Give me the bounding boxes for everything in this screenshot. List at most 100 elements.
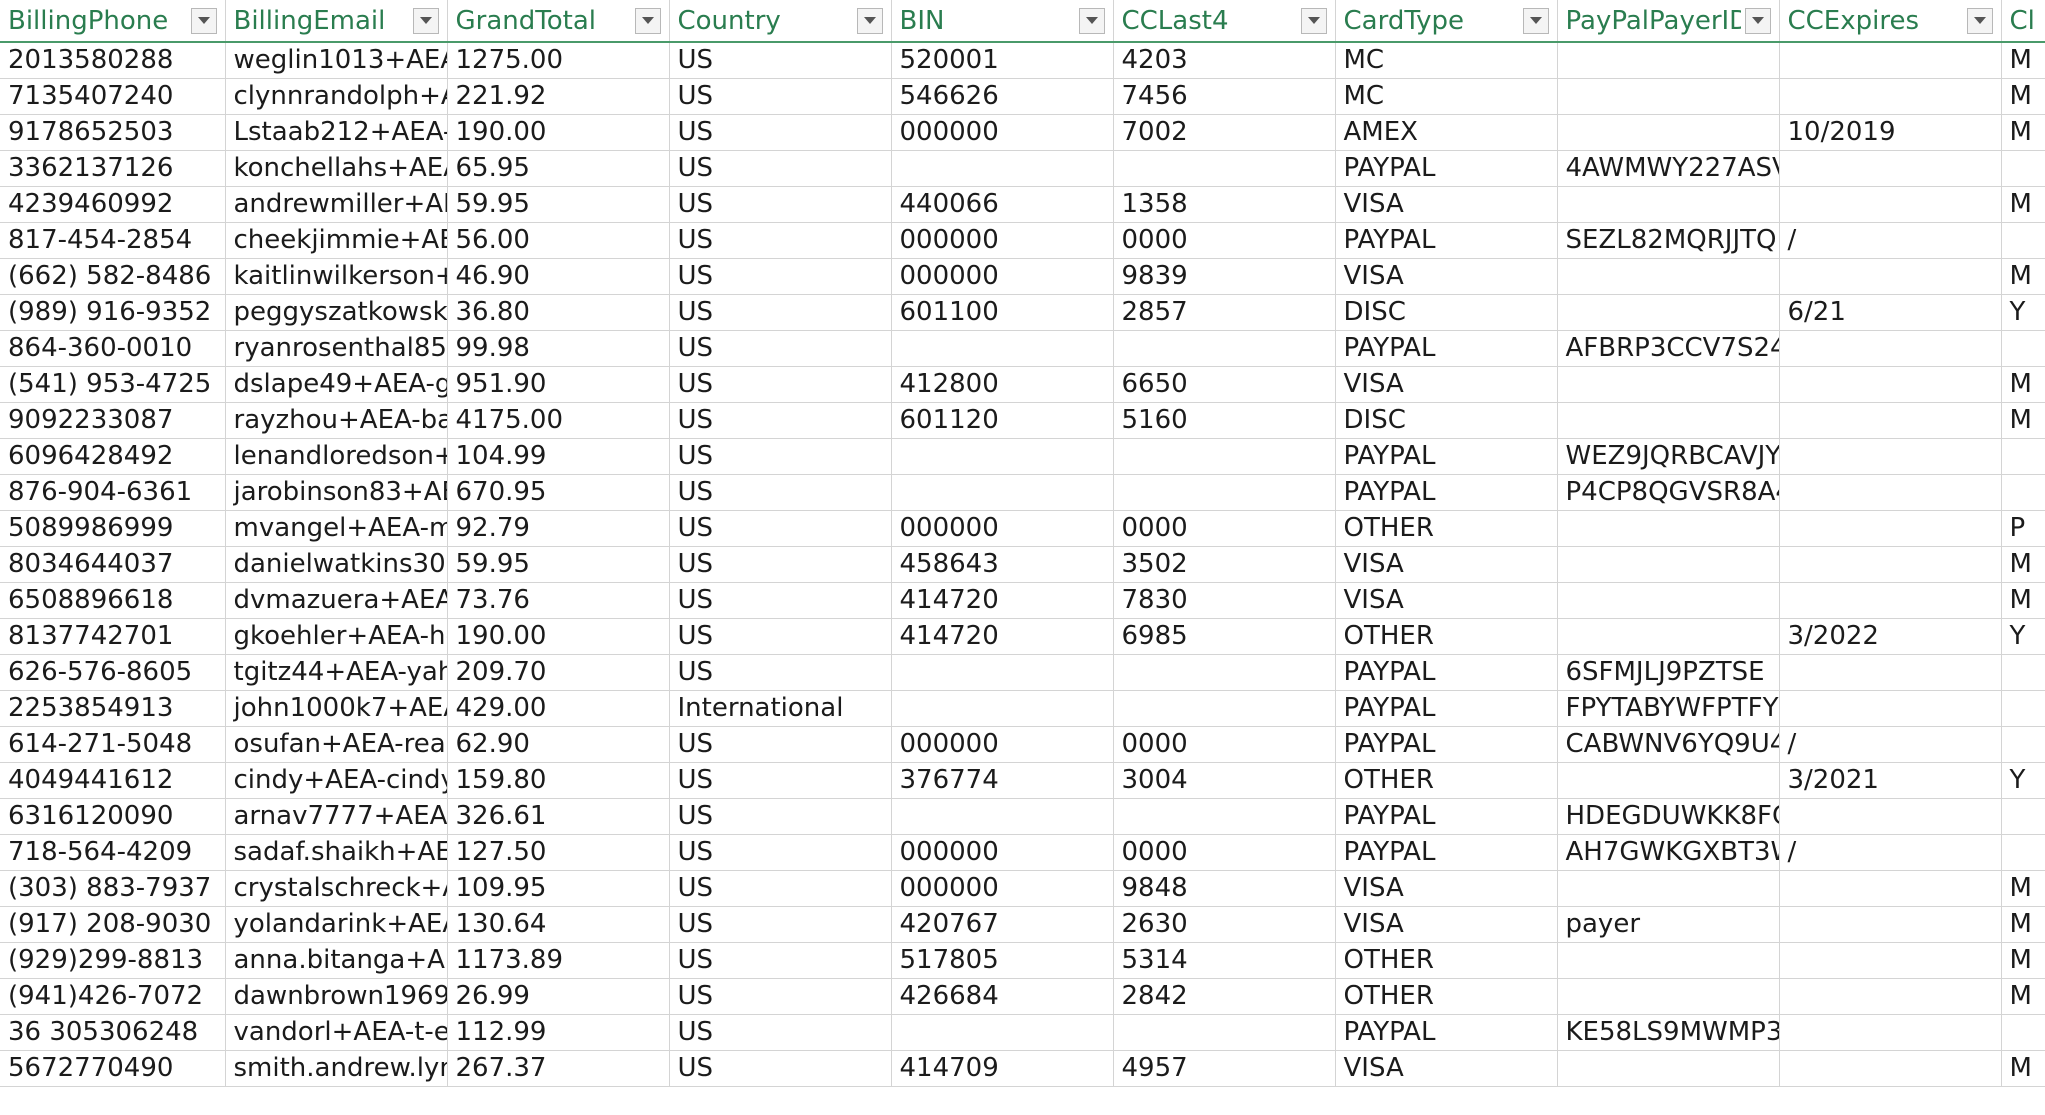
cell-paypal[interactable]	[1557, 870, 1780, 907]
cell-cl[interactable]	[2001, 438, 2045, 475]
cell-total[interactable]: 221.92	[447, 78, 670, 115]
cell-email[interactable]: kaitlinwilkerson+	[225, 258, 448, 295]
cell-last4[interactable]: 2842	[1113, 978, 1336, 1015]
cell-email[interactable]: dslape49+AEA-g	[225, 366, 448, 403]
cell-country[interactable]: US	[669, 186, 892, 223]
cell-expires[interactable]	[1779, 366, 2002, 403]
cell-paypal[interactable]: P4CP8QGVSR8A4	[1557, 474, 1780, 511]
filter-dropdown-icon[interactable]	[856, 7, 883, 34]
cell-last4[interactable]	[1113, 654, 1336, 691]
cell-expires[interactable]	[1779, 546, 2002, 583]
cell-country[interactable]: US	[669, 834, 892, 871]
cell-phone[interactable]: 5672770490	[0, 1050, 226, 1087]
cell-country[interactable]: US	[669, 114, 892, 151]
cell-last4[interactable]: 7830	[1113, 582, 1336, 619]
cell-paypal[interactable]	[1557, 510, 1780, 547]
cell-country[interactable]: US	[669, 222, 892, 259]
cell-expires[interactable]	[1779, 1050, 2002, 1087]
cell-total[interactable]: 209.70	[447, 654, 670, 691]
cell-cardtype[interactable]: VISA	[1335, 186, 1558, 223]
cell-paypal[interactable]: SEZL82MQRJJTQ	[1557, 222, 1780, 259]
cell-total[interactable]: 26.99	[447, 978, 670, 1015]
cell-cardtype[interactable]: VISA	[1335, 258, 1558, 295]
cell-paypal[interactable]	[1557, 42, 1780, 79]
cell-email[interactable]: gkoehler+AEA-he	[225, 618, 448, 655]
cell-expires[interactable]	[1779, 870, 2002, 907]
cell-cl[interactable]	[2001, 798, 2045, 835]
cell-last4[interactable]: 9839	[1113, 258, 1336, 295]
cell-cardtype[interactable]: PAYPAL	[1335, 438, 1558, 475]
cell-cardtype[interactable]: PAYPAL	[1335, 834, 1558, 871]
cell-paypal[interactable]: FPYTABYWFPTFY	[1557, 690, 1780, 727]
cell-cardtype[interactable]: VISA	[1335, 906, 1558, 943]
cell-paypal[interactable]: AH7GWKGXBT3W	[1557, 834, 1780, 871]
cell-bin[interactable]	[891, 438, 1114, 475]
cell-bin[interactable]: 412800	[891, 366, 1114, 403]
cell-bin[interactable]: 000000	[891, 258, 1114, 295]
cell-cl[interactable]: M	[2001, 42, 2045, 79]
cell-cl[interactable]	[2001, 834, 2045, 871]
cell-cl[interactable]: M	[2001, 114, 2045, 151]
cell-cardtype[interactable]: PAYPAL	[1335, 150, 1558, 187]
column-header-email[interactable]: BillingEmail	[225, 0, 448, 43]
cell-last4[interactable]	[1113, 798, 1336, 835]
cell-paypal[interactable]	[1557, 258, 1780, 295]
cell-cardtype[interactable]: PAYPAL	[1335, 330, 1558, 367]
cell-paypal[interactable]: AFBRP3CCV7S24	[1557, 330, 1780, 367]
cell-total[interactable]: 59.95	[447, 546, 670, 583]
cell-expires[interactable]: /	[1779, 222, 2002, 259]
cell-phone[interactable]: 2013580288	[0, 42, 226, 79]
cell-phone[interactable]: (989) 916-9352	[0, 294, 226, 331]
cell-bin[interactable]: 000000	[891, 222, 1114, 259]
cell-bin[interactable]: 420767	[891, 906, 1114, 943]
cell-country[interactable]: US	[669, 330, 892, 367]
cell-country[interactable]: US	[669, 150, 892, 187]
cell-total[interactable]: 190.00	[447, 618, 670, 655]
cell-email[interactable]: tgitz44+AEA-yah	[225, 654, 448, 691]
cell-last4[interactable]: 3004	[1113, 762, 1336, 799]
cell-paypal[interactable]	[1557, 546, 1780, 583]
cell-paypal[interactable]	[1557, 1050, 1780, 1087]
cell-paypal[interactable]	[1557, 618, 1780, 655]
cell-bin[interactable]: 601100	[891, 294, 1114, 331]
cell-email[interactable]: dvmazuera+AEA-	[225, 582, 448, 619]
cell-bin[interactable]	[891, 330, 1114, 367]
cell-email[interactable]: danielwatkins30+	[225, 546, 448, 583]
cell-paypal[interactable]	[1557, 402, 1780, 439]
cell-expires[interactable]: 3/2021	[1779, 762, 2002, 799]
column-header-cardtype[interactable]: CardType	[1335, 0, 1558, 43]
cell-email[interactable]: anna.bitanga+AE	[225, 942, 448, 979]
cell-phone[interactable]: 614-271-5048	[0, 726, 226, 763]
cell-last4[interactable]: 0000	[1113, 726, 1336, 763]
filter-dropdown-icon[interactable]	[1966, 7, 1993, 34]
cell-expires[interactable]: 3/2022	[1779, 618, 2002, 655]
cell-phone[interactable]: 864-360-0010	[0, 330, 226, 367]
cell-cl[interactable]: M	[2001, 78, 2045, 115]
cell-cl[interactable]: M	[2001, 582, 2045, 619]
cell-country[interactable]: US	[669, 1014, 892, 1051]
cell-cl[interactable]: M	[2001, 546, 2045, 583]
cell-expires[interactable]	[1779, 78, 2002, 115]
filter-dropdown-icon[interactable]	[1300, 7, 1327, 34]
cell-expires[interactable]	[1779, 438, 2002, 475]
cell-country[interactable]: US	[669, 654, 892, 691]
cell-bin[interactable]: 520001	[891, 42, 1114, 79]
column-header-last4[interactable]: CCLast4	[1113, 0, 1336, 43]
cell-last4[interactable]: 2630	[1113, 906, 1336, 943]
cell-expires[interactable]	[1779, 150, 2002, 187]
cell-phone[interactable]: (929)299-8813	[0, 942, 226, 979]
cell-expires[interactable]	[1779, 978, 2002, 1015]
cell-phone[interactable]: 8137742701	[0, 618, 226, 655]
cell-cardtype[interactable]: DISC	[1335, 294, 1558, 331]
cell-phone[interactable]: 626-576-8605	[0, 654, 226, 691]
cell-paypal[interactable]	[1557, 294, 1780, 331]
cell-country[interactable]: US	[669, 474, 892, 511]
cell-phone[interactable]: 8034644037	[0, 546, 226, 583]
cell-cl[interactable]: M	[2001, 258, 2045, 295]
cell-phone[interactable]: 5089986999	[0, 510, 226, 547]
cell-cardtype[interactable]: VISA	[1335, 582, 1558, 619]
column-header-total[interactable]: GrandTotal	[447, 0, 670, 43]
filter-dropdown-icon[interactable]	[1078, 7, 1105, 34]
cell-country[interactable]: US	[669, 906, 892, 943]
cell-email[interactable]: andrewmiller+AE	[225, 186, 448, 223]
